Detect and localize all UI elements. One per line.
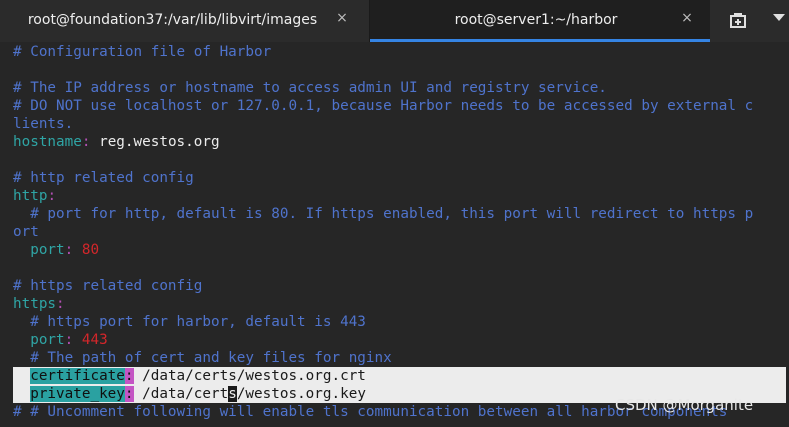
key-separator: : xyxy=(124,386,134,402)
line-text: # Configuration file of Harbor xyxy=(13,44,272,60)
terminal-line: hostname: reg.westos.org xyxy=(13,133,220,151)
terminal-line: # https port for harbor, default is 443 xyxy=(13,313,366,331)
line-text: # port for http, default is 80. If https… xyxy=(13,206,754,222)
tab-title: root@foundation37:/var/lib/libvirt/image… xyxy=(27,12,318,28)
config-number-value: 80 xyxy=(73,242,100,258)
terminal-line: # The IP address or hostname to access a… xyxy=(13,79,607,97)
terminal-line: certificate: /data/certs/westos.org.crt xyxy=(13,367,366,385)
terminal-line: private_key: /data/certs/westos.org.key xyxy=(13,385,366,403)
terminal-line: ort xyxy=(13,223,39,241)
line-text: # The IP address or hostname to access a… xyxy=(13,80,607,96)
config-key: http xyxy=(13,188,48,204)
config-key: hostname xyxy=(13,134,82,150)
text-cursor: s xyxy=(228,386,237,402)
key-separator: : xyxy=(56,296,65,312)
line-text: # http related config xyxy=(13,170,194,186)
terminal-line: lients. xyxy=(13,115,73,133)
tab-server1-harbor[interactable]: root@server1:~/harbor × xyxy=(370,0,710,42)
key-separator: : xyxy=(64,332,74,348)
config-key: port xyxy=(30,242,65,258)
terminal-line: # Configuration file of Harbor xyxy=(13,43,271,61)
config-key: certificate xyxy=(30,368,125,384)
config-number-value: 443 xyxy=(73,332,108,348)
key-separator: : xyxy=(124,368,134,384)
config-value: reg.westos.org xyxy=(90,134,220,150)
watermark: CSDN @Morganite xyxy=(615,396,754,414)
close-icon[interactable]: × xyxy=(334,10,350,26)
terminal-line: # DO NOT use localhost or 127.0.0.1, bec… xyxy=(13,97,753,115)
tab-foundation37[interactable]: root@foundation37:/var/lib/libvirt/image… xyxy=(0,0,369,42)
terminal-line: https: xyxy=(13,295,65,313)
terminal-line: # http related config xyxy=(13,169,194,187)
tab-bar: root@foundation37:/var/lib/libvirt/image… xyxy=(0,0,789,42)
tab-title: root@server1:~/harbor xyxy=(454,12,618,28)
terminal-line: http: xyxy=(13,187,56,205)
key-separator: : xyxy=(64,242,74,258)
close-icon[interactable]: × xyxy=(679,10,695,26)
terminal-view[interactable]: # Configuration file of Harbor # The IP a… xyxy=(0,42,789,427)
config-key: port xyxy=(30,332,65,348)
line-text: lients. xyxy=(13,116,74,132)
key-separator: : xyxy=(47,188,57,204)
tab-actions xyxy=(712,0,789,42)
terminal-line: port: 80 xyxy=(13,241,99,259)
line-text: # DO NOT use localhost or 127.0.0.1, bec… xyxy=(13,98,754,114)
line-text: # https port for harbor, default is 443 xyxy=(13,314,366,330)
config-value: /data/certs/westos.org.crt xyxy=(133,368,366,384)
terminal-line: # https related config xyxy=(13,277,202,295)
line-text: # The path of cert and key files for ngi… xyxy=(13,350,392,366)
config-value: /data/cert xyxy=(133,386,229,402)
config-key: private_key xyxy=(30,386,125,402)
terminal-line: # port for http, default is 80. If https… xyxy=(13,205,753,223)
terminal-line: # The path of cert and key files for ngi… xyxy=(13,349,392,367)
config-key: https xyxy=(13,296,57,312)
line-text: # https related config xyxy=(13,278,203,294)
chevron-down-icon[interactable] xyxy=(773,14,785,21)
new-tab-icon[interactable] xyxy=(729,12,747,30)
config-value: /westos.org.key xyxy=(236,386,366,402)
line-text: ort xyxy=(13,224,39,240)
terminal-line: port: 443 xyxy=(13,331,108,349)
